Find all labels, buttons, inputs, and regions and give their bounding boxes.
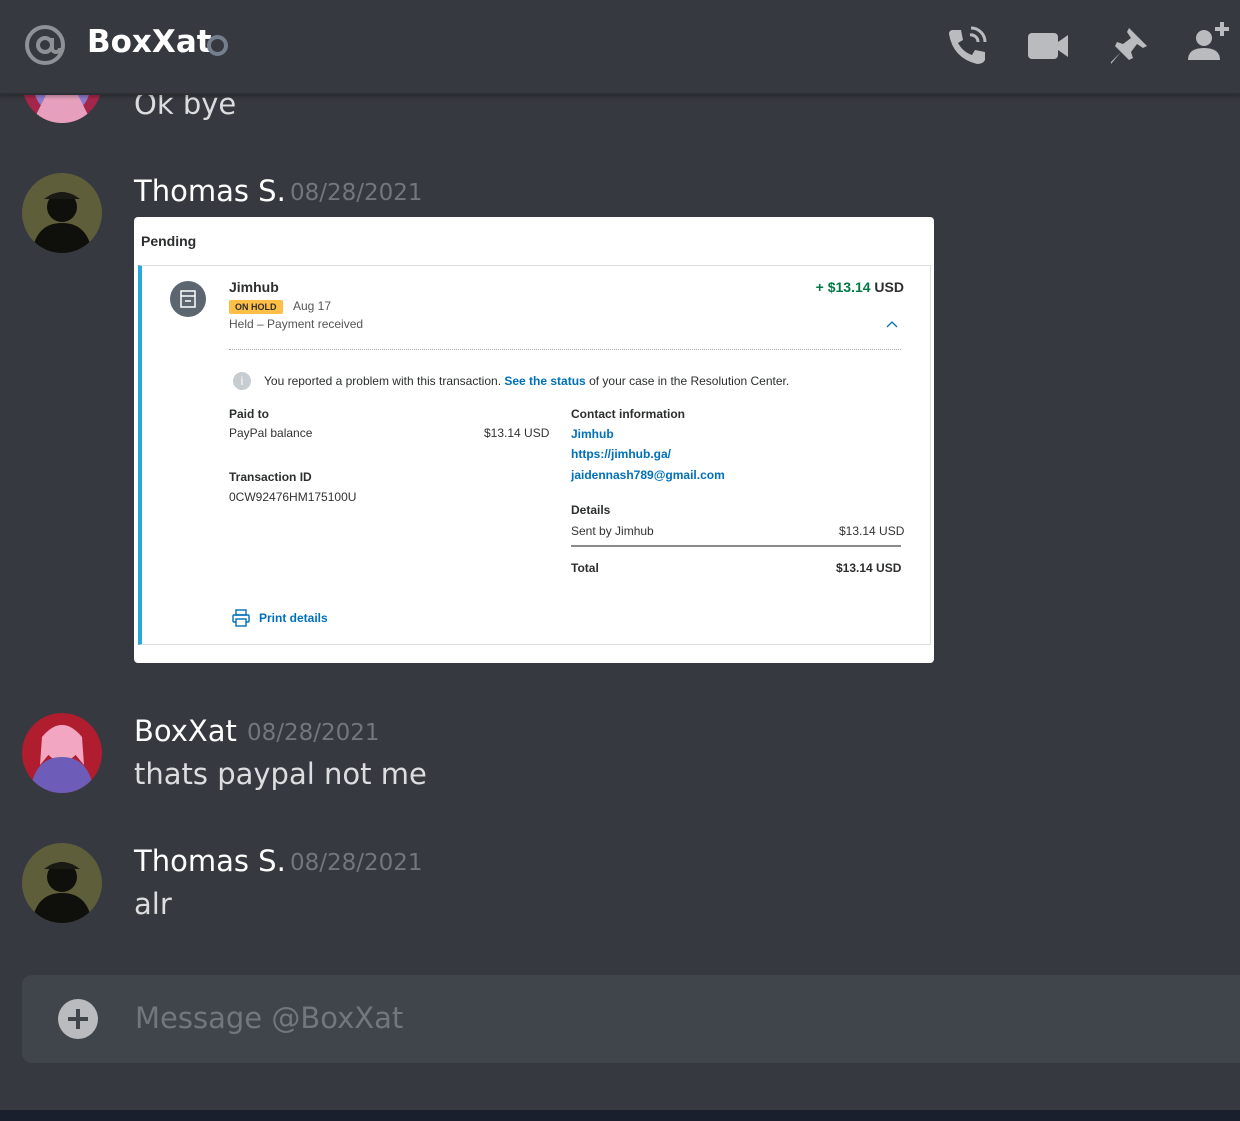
pp-merchant: Jimhub (229, 279, 279, 295)
pp-contact-email: jaidennash789@gmail.com (571, 468, 725, 482)
message-text: alr (134, 887, 172, 921)
status-offline-icon (207, 35, 228, 56)
message-author[interactable]: Thomas S. (134, 844, 286, 878)
pp-txn-value: 0CW92476HM175100U (229, 490, 357, 504)
message-list[interactable]: Ok bye Thomas S. 08/28/2021 Pending Jimh… (0, 93, 1240, 973)
avatar-thomas[interactable] (22, 173, 102, 253)
message-timestamp: 08/28/2021 (247, 720, 380, 746)
pp-sent-amount: $13.14 USD (839, 524, 905, 538)
pp-section-title: Pending (141, 233, 197, 249)
at-icon (25, 25, 65, 65)
pp-paid-to-amount: $13.14 USD (484, 426, 550, 440)
message-composer[interactable]: Message @BoxXat (22, 975, 1240, 1063)
pp-txn-label: Transaction ID (229, 470, 312, 484)
pp-amount: + $13.14 USD (815, 279, 904, 295)
info-icon: i (233, 372, 251, 390)
voice-call-icon[interactable] (945, 24, 989, 68)
printer-icon (232, 609, 250, 627)
video-call-icon[interactable] (1026, 24, 1070, 68)
pp-contact-label: Contact information (571, 407, 685, 421)
pp-transaction-card: Jimhub ON HOLD Aug 17 Held – Payment rec… (138, 265, 931, 645)
avatar-boxxat[interactable] (22, 713, 102, 793)
message-author[interactable]: Thomas S. (134, 174, 286, 208)
pp-print-details-link: Print details (259, 611, 328, 625)
pp-total-amount: $13.14 USD (836, 561, 902, 575)
pp-paid-to-label: Paid to (229, 407, 270, 421)
pp-total-label: Total (571, 561, 599, 575)
pp-sent-by: Sent by Jimhub (571, 524, 654, 538)
message-timestamp: 08/28/2021 (290, 850, 423, 876)
chevron-up-icon (886, 321, 898, 328)
add-attachment-icon[interactable] (58, 999, 98, 1039)
add-friend-icon[interactable] (1186, 20, 1230, 64)
divider (229, 349, 901, 350)
divider (571, 545, 901, 547)
pp-notice: You reported a problem with this transac… (264, 374, 790, 388)
chat-header: BoxXat (0, 0, 1240, 95)
message-input[interactable]: Message @BoxXat (135, 1001, 403, 1035)
dm-recipient-name[interactable]: BoxXat (87, 24, 212, 60)
pp-status: Held – Payment received (229, 317, 364, 331)
pp-contact-name: Jimhub (571, 427, 614, 441)
paypal-screenshot-attachment[interactable]: Pending Jimhub ON HOLD Aug 17 Held – Pay… (134, 217, 934, 663)
store-icon (170, 281, 206, 317)
message-text: thats paypal not me (134, 757, 427, 791)
avatar-boxxat[interactable] (22, 93, 102, 123)
pp-contact-url: https://jimhub.ga/ (571, 447, 671, 461)
message-author[interactable]: BoxXat (134, 714, 237, 748)
pp-details-label: Details (571, 503, 611, 517)
pp-date: Aug 17 (293, 299, 332, 313)
pinned-messages-icon[interactable] (1107, 24, 1151, 68)
taskbar-strip (0, 1110, 1240, 1121)
pp-paid-to-value: PayPal balance (229, 426, 313, 440)
pp-on-hold-badge: ON HOLD (229, 300, 283, 314)
message-timestamp: 08/28/2021 (290, 180, 423, 206)
avatar-thomas[interactable] (22, 843, 102, 923)
message-text: Ok bye (134, 93, 237, 121)
